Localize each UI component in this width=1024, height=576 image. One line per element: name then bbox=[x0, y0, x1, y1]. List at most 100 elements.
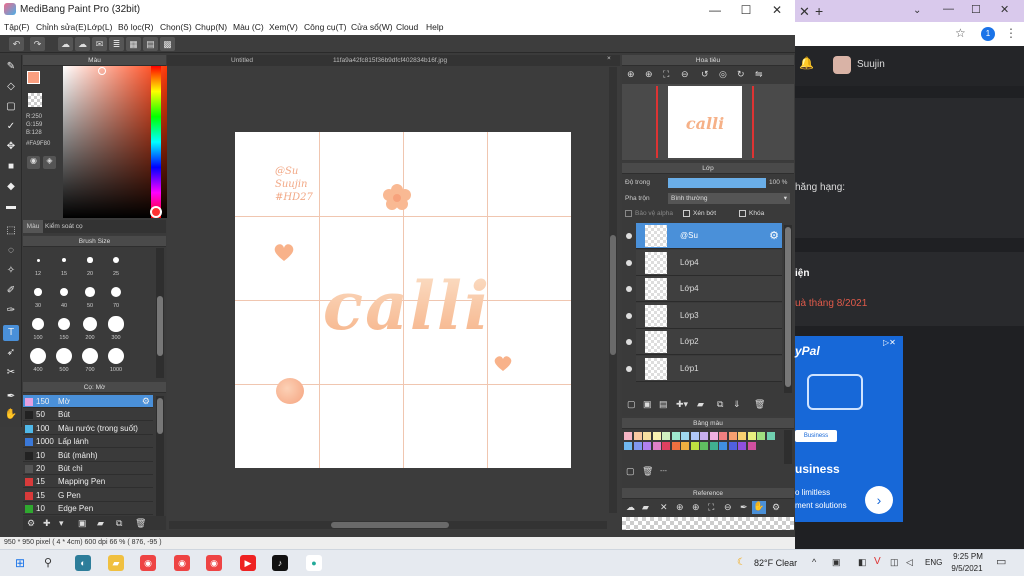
zoom-out-icon[interactable]: ⊖ bbox=[681, 69, 689, 80]
close-button[interactable]: ✕ bbox=[762, 2, 792, 18]
paypal-ad[interactable]: yPal ▷✕ Business usiness o limitless men… bbox=[795, 336, 903, 522]
bucket-tool-icon[interactable]: ◆ bbox=[3, 179, 19, 195]
layer-visibility-icon[interactable] bbox=[626, 259, 632, 266]
layer-row[interactable]: Lớp4 bbox=[626, 276, 782, 303]
palette-swatch[interactable] bbox=[662, 441, 670, 450]
select-rect-icon[interactable]: ⬚ bbox=[3, 223, 19, 239]
delete-color-icon[interactable]: 🗑 bbox=[642, 466, 653, 477]
brush-size-option[interactable]: 12 bbox=[25, 250, 51, 277]
reset-icon[interactable]: ◎ bbox=[719, 69, 727, 80]
browser-minimize-icon[interactable]: — bbox=[943, 3, 954, 15]
brush-size-option[interactable]: 25 bbox=[103, 250, 129, 277]
brush-list-scrollbar[interactable] bbox=[156, 396, 164, 518]
menu-window[interactable]: Cửa sổ(W) bbox=[351, 22, 393, 32]
palette-swatch[interactable] bbox=[643, 432, 651, 440]
layer-visibility-icon[interactable] bbox=[626, 339, 632, 346]
copy-brush-icon[interactable]: ▣ bbox=[78, 518, 87, 529]
rect-tool-icon[interactable]: ▢ bbox=[3, 99, 19, 115]
panel-icon[interactable]: ▤ bbox=[143, 37, 158, 51]
eraser-tool-icon[interactable]: ◇ bbox=[3, 79, 19, 95]
layer-row[interactable]: Lớp3 bbox=[626, 302, 782, 329]
layer-row[interactable]: @Su ⚙ bbox=[626, 223, 782, 249]
hand-tool-icon[interactable]: ✋ bbox=[3, 407, 19, 423]
palette-swatch[interactable] bbox=[719, 441, 727, 450]
browser-maximize-icon[interactable]: ☐ bbox=[971, 3, 981, 16]
menu-cloud[interactable]: Cloud bbox=[396, 22, 418, 32]
rotate-left-icon[interactable]: ↺ bbox=[701, 69, 709, 80]
menu-color[interactable]: Màu (C) bbox=[233, 22, 264, 32]
reference-preview[interactable] bbox=[622, 517, 794, 530]
brush-item[interactable]: 15 Mapping Pen bbox=[23, 475, 153, 489]
layer-settings-icon[interactable]: ⚙ bbox=[769, 229, 779, 242]
menu-tools[interactable]: Công cụ(T) bbox=[304, 22, 347, 32]
browser-address-bar[interactable]: ☆ 1 ⋮ bbox=[795, 22, 1024, 46]
ad-arrow-button[interactable]: › bbox=[865, 486, 893, 514]
brush-size-option[interactable]: 30 bbox=[25, 282, 51, 309]
tray-icon-2[interactable]: ◧ bbox=[858, 557, 867, 568]
grid-icon[interactable]: ▦ bbox=[126, 37, 141, 51]
tab-search-icon[interactable]: ⌄ bbox=[913, 5, 921, 16]
menu-layer[interactable]: Lớp(L) bbox=[87, 22, 112, 32]
tiktok-icon[interactable]: ♪ bbox=[272, 555, 288, 571]
select-eraser-icon[interactable]: ✑ bbox=[3, 303, 19, 319]
ref-open-icon[interactable]: ▰ bbox=[642, 502, 649, 513]
menu-help[interactable]: Help bbox=[426, 22, 443, 32]
palette-swatch[interactable] bbox=[690, 441, 699, 450]
file-explorer-icon[interactable]: ▰ bbox=[108, 555, 124, 571]
palette-swatch[interactable] bbox=[728, 432, 737, 440]
brush-gear-icon[interactable]: ⚙ bbox=[142, 395, 150, 408]
cloud-open-icon[interactable]: ☁ bbox=[75, 37, 90, 51]
fit-icon[interactable]: ⛶ bbox=[663, 69, 669, 80]
palette-swatch[interactable] bbox=[671, 432, 680, 440]
tab-color[interactable]: Màu bbox=[23, 220, 43, 233]
palette-swatch[interactable] bbox=[681, 441, 689, 450]
volume-icon[interactable]: ◁ bbox=[906, 557, 913, 568]
palette-swatch[interactable] bbox=[728, 441, 737, 450]
duplicate-layer-icon[interactable]: ⧉ bbox=[717, 399, 723, 410]
palette-swatch[interactable] bbox=[709, 432, 718, 440]
browser-menu-icon[interactable]: ⋮ bbox=[1005, 26, 1017, 40]
chrome-icon[interactable]: ◉ bbox=[140, 555, 156, 571]
notification-center-icon[interactable]: ▭ bbox=[996, 555, 1006, 568]
canvas-hscroll-thumb[interactable] bbox=[331, 522, 449, 528]
magic-wand-icon[interactable]: ✧ bbox=[3, 263, 19, 279]
menu-select[interactable]: Chọn(S) bbox=[160, 22, 192, 32]
canvas-vscroll-thumb[interactable] bbox=[610, 235, 616, 355]
layer-visibility-icon[interactable] bbox=[626, 233, 632, 239]
zoom-in-icon[interactable]: ⊕ bbox=[627, 69, 635, 80]
brush-size-option[interactable]: 15 bbox=[51, 250, 77, 277]
close-tab-icon[interactable]: ✕ bbox=[799, 4, 810, 20]
brush-size-option[interactable]: 100 bbox=[25, 314, 51, 341]
layer-visibility-icon[interactable] bbox=[626, 312, 632, 319]
tab-close-icon[interactable]: × bbox=[607, 55, 611, 62]
palette-swatch[interactable] bbox=[738, 432, 746, 440]
brush-size-option[interactable]: 1000 bbox=[103, 346, 129, 373]
palette-swatch[interactable] bbox=[633, 441, 642, 450]
dell-icon[interactable]: ◐ bbox=[75, 555, 91, 571]
snap-icon[interactable]: ▩ bbox=[160, 37, 175, 51]
flip-icon[interactable]: ⇋ bbox=[755, 69, 763, 80]
canvas-area[interactable]: Untitled 11fa9a42fc815f36b9dfcf402834b16… bbox=[167, 55, 620, 530]
canvas-vscrollbar[interactable] bbox=[609, 67, 617, 513]
tab-brush-control[interactable]: Kiểm soát cọ bbox=[45, 223, 83, 230]
brush-size-scrollbar[interactable] bbox=[156, 248, 164, 378]
brush-item[interactable]: 1000 Lấp lánh bbox=[23, 435, 153, 449]
palette-swatch[interactable] bbox=[747, 441, 756, 450]
ref-zoom-out-icon[interactable]: ⊖ bbox=[724, 502, 732, 513]
chrome-2-icon[interactable]: ◉ bbox=[174, 555, 190, 571]
palette-swatch[interactable] bbox=[690, 432, 699, 440]
drawing-canvas[interactable]: @Su Suujin #HD27 calli bbox=[235, 132, 571, 468]
brush-item[interactable]: 20 Bút chì bbox=[23, 462, 153, 475]
profile-icon[interactable]: 1 bbox=[981, 27, 995, 41]
layer-scroll-thumb[interactable] bbox=[785, 227, 791, 387]
brush-item[interactable]: 100 Màu nước (trong suốt) bbox=[23, 422, 153, 435]
move-tool-icon[interactable]: ✥ bbox=[3, 139, 19, 155]
ref-zoom-icon[interactable]: ⊕ bbox=[692, 502, 700, 513]
palette-swatch[interactable] bbox=[643, 441, 651, 450]
menu-view[interactable]: Xem(V) bbox=[269, 22, 298, 32]
brush-settings-icon[interactable]: ⚙ bbox=[27, 518, 35, 529]
chrome-3-icon[interactable]: ◉ bbox=[206, 555, 222, 571]
foreground-color[interactable] bbox=[27, 71, 40, 84]
duplicate-icon[interactable]: ⧉ bbox=[116, 518, 122, 529]
brush-item[interactable]: 10 Edge Pen bbox=[23, 502, 153, 516]
